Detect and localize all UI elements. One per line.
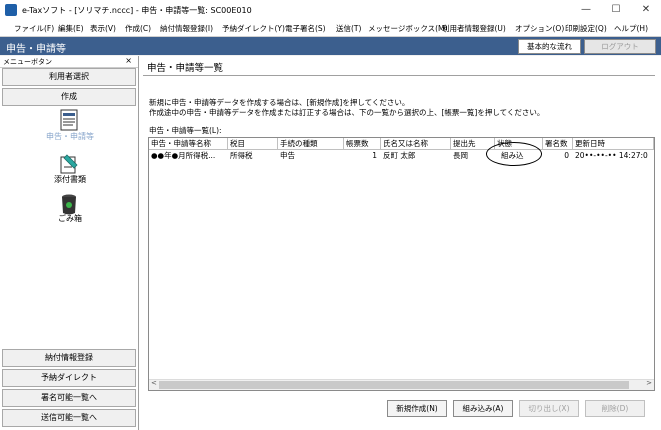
submission-table[interactable]: 申告・申請等名称 税目 手続の種類 帳票数 氏名又は名称 提出先 状態 署名数 … [148, 137, 655, 391]
title-bar: e-Taxソフト - [ソリマチ.nccc] - 申告・申請等一覧: SC00E… [0, 0, 661, 21]
table-row[interactable]: ●●年●月所得税... 所得税 申告 1 反町 太郎 長岡 組み込 0 20••… [149, 150, 654, 161]
import-button[interactable]: 組み込み(A) [453, 400, 513, 417]
sidebar-item-attachments[interactable]: 添付書類 [30, 174, 110, 185]
menu-edit[interactable]: 編集(E) [58, 23, 84, 34]
app-header: 申告・申請等 基本的な流れ ログアウト [0, 37, 661, 55]
maximize-button[interactable]: ☐ [601, 0, 631, 20]
create-button[interactable]: 作成 [2, 88, 136, 106]
sidebar-item-documents[interactable]: 申告・申請等 [30, 131, 110, 142]
sidebar-item-trash[interactable]: ごみ箱 [30, 213, 110, 224]
menu-create[interactable]: 作成(C) [125, 23, 151, 34]
horizontal-scrollbar[interactable]: < > [149, 379, 654, 390]
page-title: 申告・申請等 [6, 44, 66, 55]
sendable-list-button[interactable]: 送信可能一覧へ [2, 409, 136, 427]
sidebar: メニューボタン × 利用者選択 作成 申告・申請等 添付書類 ごみ箱 納付情報登… [0, 56, 139, 430]
menu-file[interactable]: ファイル(F) [14, 23, 54, 34]
table-header: 申告・申請等名称 税目 手続の種類 帳票数 氏名又は名称 提出先 状態 署名数 … [149, 138, 654, 150]
scroll-left-icon[interactable]: < [151, 379, 157, 387]
app-icon [5, 4, 17, 16]
menu-message-box[interactable]: メッセージボックス(M) [368, 23, 447, 34]
divider [143, 75, 655, 76]
menu-options[interactable]: オプション(O) [515, 23, 564, 34]
user-select-button[interactable]: 利用者選択 [2, 68, 136, 86]
cell-updated: 20••-••-•• 14:27:0 [575, 151, 648, 160]
cell-tax-item: 所得税 [230, 151, 253, 160]
cell-name: ●●年●月所得税... [151, 151, 216, 160]
menu-print-settings[interactable]: 印刷設定(Q) [565, 23, 607, 34]
cell-forms: 1 [372, 151, 377, 160]
sidebar-header: メニューボタン × [0, 56, 138, 68]
delete-button[interactable]: 削除(D) [585, 400, 645, 417]
logout-button[interactable]: ログアウト [584, 39, 656, 54]
menu-prepay-direct[interactable]: 予納ダイレクト(Y) [222, 23, 285, 34]
column-header-forms[interactable]: 帳票数 [344, 138, 381, 149]
menu-user-info[interactable]: 利用者情報登録(U) [442, 23, 506, 34]
sidebar-close-icon[interactable]: × [125, 56, 132, 65]
new-button[interactable]: 新規作成(N) [387, 400, 447, 417]
menu-signature[interactable]: 電子署名(S) [285, 23, 326, 34]
menu-payment-info[interactable]: 納付情報登録(I) [160, 23, 213, 34]
column-header-procedure[interactable]: 手続の種類 [278, 138, 344, 149]
column-header-taxpayer[interactable]: 氏名又は名称 [381, 138, 451, 149]
list-label: 申告・申請等一覧(L): [149, 126, 222, 135]
cell-taxpayer: 反町 太郎 [383, 151, 416, 160]
status-highlight-circle [486, 142, 542, 166]
cell-procedure: 申告 [280, 151, 295, 160]
menu-bar: ファイル(F) 編集(E) 表示(V) 作成(C) 納付情報登録(I) 予納ダイ… [0, 20, 661, 37]
main-panel: 申告・申請等一覧 新規に申告・申請等データを作成する場合は、[新規作成]を押して… [139, 56, 661, 430]
column-header-tax-item[interactable]: 税目 [228, 138, 278, 149]
main-title: 申告・申請等一覧 [147, 63, 224, 74]
signable-list-button[interactable]: 署名可能一覧へ [2, 389, 136, 407]
scroll-right-icon[interactable]: > [646, 379, 652, 387]
cell-signatures: 0 [564, 151, 569, 160]
menu-help[interactable]: ヘルプ(H) [614, 23, 648, 34]
column-header-signatures[interactable]: 署名数 [543, 138, 573, 149]
sidebar-menu-label: メニューボタン [3, 58, 52, 66]
payment-info-button[interactable]: 納付情報登録 [2, 349, 136, 367]
basic-flow-button[interactable]: 基本的な流れ [518, 39, 581, 54]
column-header-updated[interactable]: 更新日時 [573, 138, 654, 149]
prepay-direct-button[interactable]: 予納ダイレクト [2, 369, 136, 387]
column-header-name[interactable]: 申告・申請等名称 [149, 138, 228, 149]
close-button[interactable]: ✕ [631, 0, 661, 20]
window-title: e-Taxソフト - [ソリマチ.nccc] - 申告・申請等一覧: SC00E… [22, 6, 252, 15]
menu-send[interactable]: 送信(T) [336, 23, 361, 34]
scroll-thumb[interactable] [159, 381, 629, 389]
minimize-button[interactable]: — [571, 0, 601, 20]
export-button[interactable]: 切り出し(X) [519, 400, 579, 417]
menu-view[interactable]: 表示(V) [90, 23, 116, 34]
instruction-line-2: 作成途中の申告・申請等データを作成または訂正する場合は、下の一覧から選択の上、[… [149, 108, 545, 117]
